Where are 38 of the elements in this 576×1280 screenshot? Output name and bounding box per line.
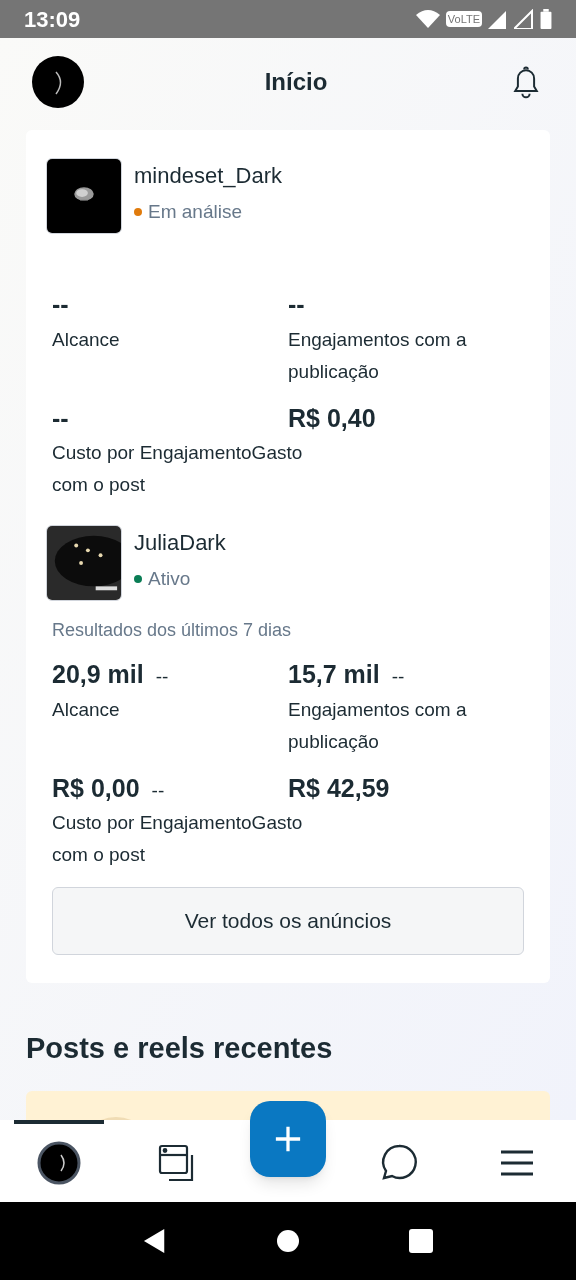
network-label: VoLTE <box>445 10 482 28</box>
metric-change: -- <box>391 665 405 689</box>
account-name: JuliaDark <box>134 529 226 557</box>
view-all-ads-button[interactable]: Ver todos os anúncios <box>52 887 524 955</box>
home-icon[interactable] <box>277 1230 299 1252</box>
avatar-icon <box>37 1141 81 1185</box>
metric-value: R$ 42,59 <box>288 772 390 804</box>
metric-change: -- <box>155 665 169 689</box>
period-label: Resultados dos últimos 7 dias <box>51 619 293 642</box>
account-name: mindeset_Dark <box>134 162 282 190</box>
page-title: Início <box>264 67 328 97</box>
wifi-icon <box>415 9 440 29</box>
metric-value: -- <box>52 289 69 320</box>
metric-value: -- <box>288 289 305 320</box>
create-button[interactable] <box>250 1100 326 1177</box>
metric-change: -- <box>151 778 165 803</box>
metric-label: Custo por EngajamentoGasto com o post <box>52 811 304 867</box>
metric-label: Custo por EngajamentoGasto com o post <box>52 441 304 497</box>
metric-value: R$ 0,40 <box>288 402 376 434</box>
clock: 13:09 <box>24 5 81 34</box>
metric-value: R$ 0,00 <box>52 772 140 804</box>
metric-label: Engajamentos com a publicação <box>288 697 468 754</box>
metric-value: 20,9 mil <box>52 659 144 690</box>
metric-label: Alcance <box>52 327 121 352</box>
metric-label: Alcance <box>52 697 121 722</box>
chat-bubble-icon <box>379 1143 419 1183</box>
signal-icon <box>488 9 508 29</box>
back-icon[interactable] <box>143 1229 167 1253</box>
metric-label: Engajamentos com a publicação <box>288 327 468 384</box>
status-label: Em análise <box>148 200 242 224</box>
section-title: Posts e reels recentes <box>26 1031 334 1066</box>
metric-value: -- <box>52 402 69 434</box>
plus-icon <box>274 1124 302 1153</box>
battery-icon <box>540 9 552 29</box>
profile-avatar[interactable] <box>32 56 84 108</box>
signal-icon <box>514 9 534 29</box>
metric-value: 15,7 mil <box>288 659 380 690</box>
status-label: Ativo <box>148 567 191 591</box>
